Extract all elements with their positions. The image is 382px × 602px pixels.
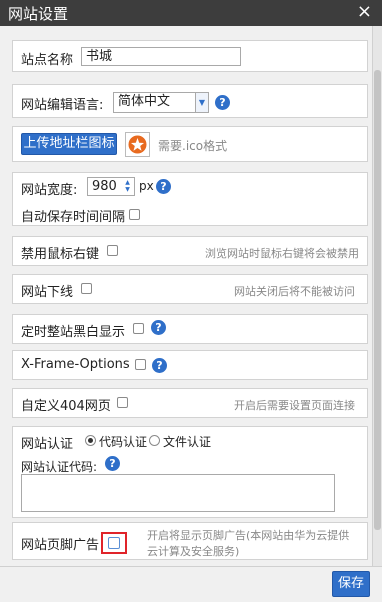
footer-ad-hint-line2: 云计算及安全服务) (147, 545, 240, 558)
dialog-title: 网站设置 (8, 5, 69, 23)
scrollbar[interactable] (372, 26, 382, 566)
grayscale-label: 定时整站黑白显示 (21, 325, 126, 340)
right-click-checkbox[interactable] (107, 245, 118, 256)
autosave-label: 自动保存时间间隔 (21, 210, 126, 225)
verify-code-radio[interactable] (85, 435, 96, 446)
width-input[interactable]: 980 ▲ ▼ (87, 177, 135, 196)
language-section: 网站编辑语言: 简体中文 ▼ ? (12, 84, 368, 118)
footer-ad-checkbox[interactable] (108, 537, 120, 549)
site-name-input[interactable]: 书城 (81, 47, 241, 66)
offline-section: 网站下线 网站关闭后将不能被访问 (12, 274, 368, 304)
favicon-section: 上传地址栏图标 需要.ico格式 (12, 126, 368, 162)
autosave-checkbox[interactable] (129, 209, 140, 220)
offline-label: 网站下线 (21, 285, 74, 300)
chevron-down-icon: ▼ (195, 93, 208, 112)
verify-file-radio[interactable] (149, 435, 160, 446)
footer-ad-hint-line1: 开启将显示页脚广告(本网站由华为云提供 (147, 529, 350, 542)
close-icon[interactable]: × (357, 1, 372, 22)
spinner-icon[interactable]: ▲ ▼ (122, 179, 133, 193)
favicon-hint: 需要.ico格式 (158, 139, 228, 153)
custom404-checkbox[interactable] (117, 397, 128, 408)
verify-label: 网站认证 (21, 437, 74, 452)
save-button[interactable]: 保存 (332, 571, 370, 597)
footer-ad-highlight (101, 532, 127, 554)
xframe-label: X-Frame-Options (21, 357, 130, 372)
dialog-titlebar: 网站设置 × (0, 0, 382, 26)
right-click-label: 禁用鼠标右键 (21, 247, 100, 262)
upload-favicon-button[interactable]: 上传地址栏图标 (21, 133, 117, 155)
xframe-section: X-Frame-Options ? (12, 350, 368, 380)
width-section: 网站宽度: 980 ▲ ▼ px ? 自动保存时间间隔 (12, 172, 368, 226)
custom404-hint: 开启后需要设置页面连接 (234, 399, 355, 412)
language-help-icon[interactable]: ? (215, 95, 230, 110)
xframe-help-icon[interactable]: ? (152, 358, 167, 373)
right-click-section: 禁用鼠标右键 浏览网站时鼠标右键将会被禁用 (12, 236, 368, 266)
scrollbar-thumb[interactable] (374, 70, 381, 530)
offline-checkbox[interactable] (81, 283, 92, 294)
right-click-hint: 浏览网站时鼠标右键将会被禁用 (205, 247, 359, 260)
offline-hint: 网站关闭后将不能被访问 (234, 285, 355, 298)
verify-file-label: 文件认证 (163, 435, 212, 449)
verify-code-field-label: 网站认证代码: (21, 460, 98, 474)
width-value: 980 (92, 179, 117, 194)
verify-help-icon[interactable]: ? (105, 456, 120, 471)
verify-section: 网站认证 代码认证 文件认证 网站认证代码: ? (12, 426, 368, 518)
footer-ad-label: 网站页脚广告 (21, 538, 100, 553)
language-select[interactable]: 简体中文 ▼ (113, 92, 209, 113)
site-name-section: 站点名称 书城 (12, 40, 368, 72)
custom404-label: 自定义404网页 (21, 399, 111, 414)
language-select-value: 简体中文 (118, 94, 171, 109)
site-name-label: 站点名称 (21, 53, 74, 68)
grayscale-checkbox[interactable] (133, 323, 144, 334)
grayscale-section: 定时整站黑白显示 ? (12, 314, 368, 344)
grayscale-help-icon[interactable]: ? (151, 320, 166, 335)
verify-code-textarea[interactable] (21, 474, 335, 512)
verify-code-label: 代码认证 (99, 435, 148, 449)
xframe-checkbox[interactable] (135, 359, 146, 370)
width-label: 网站宽度: (21, 183, 78, 198)
favicon-logo-icon (128, 135, 147, 154)
dialog-footer: 保存 (0, 566, 382, 602)
width-help-icon[interactable]: ? (156, 179, 171, 194)
favicon-preview (125, 132, 150, 157)
custom404-section: 自定义404网页 开启后需要设置页面连接 (12, 388, 368, 418)
footer-ad-section: 网站页脚广告 开启将显示页脚广告(本网站由华为云提供 云计算及安全服务) (12, 522, 368, 560)
width-unit: px (139, 179, 154, 193)
language-label: 网站编辑语言: (21, 98, 104, 113)
